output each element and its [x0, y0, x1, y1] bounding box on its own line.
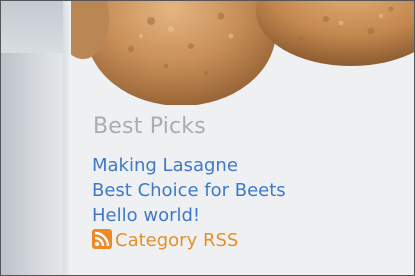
list-item: Making Lasagne	[92, 154, 286, 179]
sidebar-top-strip	[1, 1, 63, 53]
content-column-border	[63, 1, 71, 275]
left-sidebar	[1, 1, 63, 275]
list-item: Hello world!	[92, 204, 286, 229]
page-frame: Best Picks Making Lasagne Best Choice fo…	[0, 0, 415, 276]
category-rss-link[interactable]: Category RSS	[115, 230, 238, 251]
widget-title: Best Picks	[93, 114, 206, 139]
post-link-best-choice-for-beets[interactable]: Best Choice for Beets	[92, 180, 286, 201]
list-item: Best Choice for Beets	[92, 179, 286, 204]
post-links-list: Making Lasagne Best Choice for Beets Hel…	[92, 154, 286, 254]
best-picks-widget: Best Picks Making Lasagne Best Choice fo…	[71, 77, 414, 275]
post-link-making-lasagne[interactable]: Making Lasagne	[92, 155, 238, 176]
rss-feed-icon[interactable]	[92, 229, 112, 249]
post-link-hello-world[interactable]: Hello world!	[92, 205, 200, 226]
list-item: Category RSS	[92, 229, 286, 254]
